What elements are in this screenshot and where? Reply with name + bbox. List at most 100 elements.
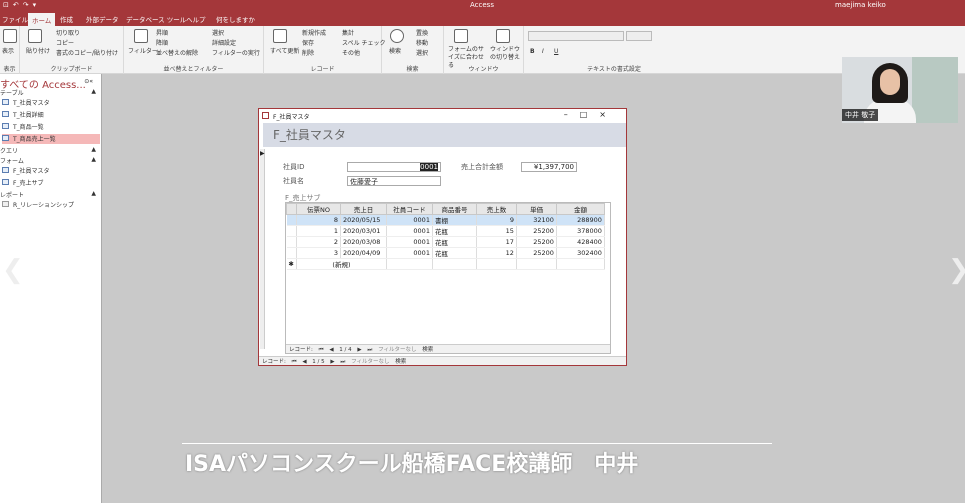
nav-section-tables[interactable]: テーブル ▲	[0, 88, 100, 97]
bold-button[interactable]: B	[530, 48, 535, 55]
nav-item-f-sales-sub[interactable]: F_売上サブ	[2, 178, 100, 188]
select-button[interactable]: 選択	[416, 48, 428, 57]
filter-button[interactable]: フィルター	[128, 46, 158, 55]
refresh-icon	[273, 29, 287, 43]
quick-access-toolbar[interactable]: ⊡↶↷▾	[3, 1, 40, 9]
nav-item-t-product-list[interactable]: T_商品一覧	[2, 122, 100, 132]
group-sort-filter: フィルター 昇順 降順 並べ替えの解除 選択 詳細設定 フィルターの実行 並べ替…	[124, 26, 264, 74]
tab-external-data[interactable]: 外部データ	[86, 14, 119, 24]
next-record-icon[interactable]: ▶	[330, 359, 334, 365]
table-row[interactable]: 2 2020/03/08 0001 花瓶 17 25200 428400	[286, 236, 605, 248]
new-record-row[interactable]: ✱ (新規)	[286, 258, 605, 270]
underline-button[interactable]: U	[554, 48, 558, 55]
emp-name-label: 社員名	[283, 177, 304, 185]
collapse-icon: ▲	[91, 146, 96, 153]
total-sales-field[interactable]: ¥1,397,700	[521, 162, 577, 172]
first-record-icon[interactable]: ⏮	[319, 347, 324, 353]
prev-record-icon[interactable]: ◀	[329, 347, 333, 353]
filter-status[interactable]: フィルターなし	[351, 359, 389, 365]
nav-search-field[interactable]: 検索	[395, 359, 406, 365]
nav-item-r-relationships[interactable]: R_リレーションシップ	[2, 200, 100, 210]
emp-name-field[interactable]: 佐藤愛子	[347, 176, 441, 186]
nav-search-field[interactable]: 検索	[422, 347, 433, 353]
nav-item-t-product-sales[interactable]: T_商品売上一覧	[2, 134, 100, 144]
emp-id-label: 社員ID	[283, 163, 305, 171]
nav-section-forms[interactable]: フォーム ▲	[0, 156, 100, 165]
form-window: F_社員マスタ –□× F_社員マスタ ▶ 社員ID 0001 社員名 佐藤愛子…	[258, 108, 627, 366]
nav-item-f-employee-master[interactable]: F_社員マスタ	[2, 166, 100, 176]
italic-button[interactable]: I	[542, 48, 544, 55]
presenter-name: 中井 敬子	[842, 109, 879, 121]
new-record-button[interactable]: 新規作成	[302, 28, 326, 37]
last-record-icon[interactable]: ⏭	[367, 347, 372, 353]
user-name[interactable]: maejima keiko	[835, 1, 886, 9]
advanced-button[interactable]: 詳細設定	[212, 38, 236, 47]
tab-home[interactable]: ホーム	[28, 13, 56, 26]
prev-record-icon[interactable]: ◀	[302, 359, 306, 365]
clear-sort-button[interactable]: 並べ替えの解除	[156, 48, 198, 57]
col-header[interactable]: 売上日	[339, 203, 387, 215]
nav-item-t-employee-master[interactable]: T_社員マスタ	[2, 98, 100, 108]
tab-file[interactable]: ファイル	[2, 14, 28, 24]
tab-help[interactable]: ヘルプ	[186, 14, 206, 24]
prev-slide-arrow-icon[interactable]: ❮	[2, 255, 24, 285]
main-record-navigator[interactable]: レコード: ⏮ ◀ 1 / 5 ▶ ⏭ フィルターなし 検索	[259, 356, 626, 365]
nav-section-reports[interactable]: レポート ▲	[0, 190, 100, 199]
group-text-formatting: B I U テキストの書式設定	[524, 26, 704, 74]
col-header[interactable]: 社員コード	[385, 203, 433, 215]
sort-ascending-button[interactable]: 昇順	[156, 28, 168, 37]
form-title-bar: F_社員マスタ –□×	[259, 109, 626, 123]
sort-descending-button[interactable]: 降順	[156, 38, 168, 47]
tab-database-tools[interactable]: データベース ツール	[126, 14, 186, 24]
record-position[interactable]: 1 / 5	[312, 359, 324, 365]
window-controls[interactable]: –□×	[564, 110, 618, 119]
filter-status[interactable]: フィルターなし	[378, 347, 416, 353]
table-icon	[2, 123, 9, 129]
cut-button[interactable]: 切り取り	[56, 28, 80, 37]
next-record-icon[interactable]: ▶	[357, 347, 361, 353]
paste-button[interactable]: 貼り付け	[26, 46, 50, 55]
table-row[interactable]: 8 2020/05/15 0001 書棚 9 32100 288900	[286, 214, 605, 226]
switch-window-button[interactable]: ウィンドウの切り替え	[490, 46, 522, 62]
delete-record-button[interactable]: 削除	[302, 48, 314, 57]
format-painter-button[interactable]: 書式のコピー/貼り付け	[56, 48, 118, 57]
copy-button[interactable]: コピー	[56, 38, 74, 47]
table-icon	[2, 99, 9, 105]
form-header: F_社員マスタ	[263, 123, 626, 147]
col-header[interactable]: 売上数	[475, 203, 517, 215]
table-row[interactable]: 1 2020/03/01 0001 花瓶 15 25200 378000	[286, 225, 605, 237]
toggle-filter-button[interactable]: フィルターの実行	[212, 48, 260, 57]
last-record-icon[interactable]: ⏭	[340, 359, 345, 365]
col-header[interactable]: 伝票NO	[295, 203, 341, 215]
col-header[interactable]: 単価	[515, 203, 557, 215]
totals-button[interactable]: 集計	[342, 28, 354, 37]
record-position[interactable]: 1 / 4	[339, 347, 351, 353]
nav-pane-chevron-icon[interactable]: ⊙«	[84, 78, 93, 85]
replace-button[interactable]: 置換	[416, 28, 428, 37]
tell-me-search[interactable]: 何をしますか	[216, 14, 255, 24]
record-selector[interactable]: ▶	[260, 149, 265, 349]
more-button[interactable]: その他	[342, 48, 360, 57]
table-row[interactable]: 3 2020/04/09 0001 花瓶 12 25200 302400	[286, 247, 605, 259]
ribbon-tabs: ファイル ホーム 作成 外部データ データベース ツール ヘルプ 何をしますか	[0, 12, 965, 26]
save-record-button[interactable]: 保存	[302, 38, 314, 47]
emp-id-field[interactable]: 0001	[347, 162, 441, 172]
view-button[interactable]: 表示	[2, 46, 14, 55]
tab-create[interactable]: 作成	[60, 14, 73, 24]
find-button[interactable]: 検索	[389, 46, 401, 55]
next-slide-arrow-icon[interactable]: ❯	[948, 255, 965, 285]
font-size-select[interactable]	[626, 31, 652, 41]
nav-item-t-employee-detail[interactable]: T_社員詳細	[2, 110, 100, 120]
search-icon	[390, 29, 404, 43]
col-header[interactable]: 金額	[555, 203, 605, 215]
font-name-select[interactable]	[528, 31, 624, 41]
refresh-all-button[interactable]: すべて更新	[270, 46, 299, 55]
goto-button[interactable]: 移動	[416, 38, 428, 47]
first-record-icon[interactable]: ⏮	[292, 359, 297, 365]
nav-section-queries[interactable]: クエリ ▲	[0, 146, 100, 155]
subform-record-navigator[interactable]: レコード: ⏮ ◀ 1 / 4 ▶ ⏭ フィルターなし 検索	[286, 344, 610, 353]
col-header[interactable]: 商品番号	[431, 203, 477, 215]
selection-button[interactable]: 選択	[212, 28, 224, 37]
spelling-button[interactable]: スペル チェック	[342, 38, 386, 47]
ribbon: 表示 表示 貼り付け 切り取り コピー 書式のコピー/貼り付け クリップボード …	[0, 26, 965, 74]
